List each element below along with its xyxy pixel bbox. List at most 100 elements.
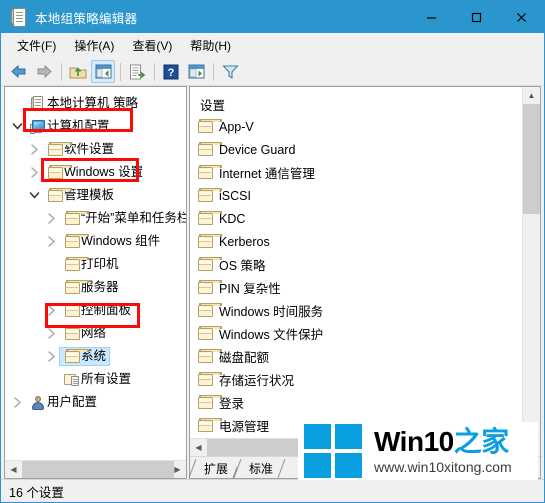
list-item-storage-health[interactable]: 存储运行状况	[190, 368, 540, 391]
tree-item-user-configuration[interactable]: 用户配置	[5, 391, 186, 414]
tree-item-computer-configuration[interactable]: 计算机配置	[5, 115, 186, 138]
tree-item-content-user-configuration[interactable]: 用户配置	[25, 393, 101, 412]
tree-item-control-panel[interactable]: 控制面板	[5, 299, 186, 322]
navigation-tree-pane: 本地计算机 策略计算机配置软件设置 Windows 设置 管理模板 “开始”菜单和任务…	[4, 86, 187, 479]
export-list-icon[interactable]	[125, 60, 149, 83]
tree-twisty-software-settings[interactable]	[26, 138, 42, 161]
list-item-windows-time-service[interactable]: Windows 时间服务	[190, 299, 540, 322]
tree-hscroll-thumb[interactable]	[22, 461, 174, 478]
tab-extended-label: 扩展	[204, 462, 229, 476]
tree-item-network[interactable]: 网络	[5, 322, 186, 345]
tree-item-content-windows-components[interactable]: Windows 组件	[59, 232, 164, 251]
tree-item-label: 用户配置	[47, 395, 98, 409]
tab-standard[interactable]: 标准	[237, 459, 283, 478]
tree-item-content-system[interactable]: 系统	[59, 347, 111, 366]
tree-scroll-region: 本地计算机 策略计算机配置软件设置 Windows 设置 管理模板 “开始”菜单和任务…	[5, 87, 186, 460]
list-item-os-policy[interactable]: OS 策略	[190, 253, 540, 276]
folder-up-icon[interactable]	[66, 60, 90, 83]
list-vscroll-thumb[interactable]	[523, 104, 540, 214]
tree-item-content-control-panel[interactable]: 控制面板	[59, 301, 135, 320]
tree-item-content-software-settings[interactable]: 软件设置	[42, 140, 118, 159]
forward-arrow-icon[interactable]	[32, 60, 56, 83]
list-item-kdc[interactable]: KDC	[190, 207, 540, 230]
folder-icon	[198, 279, 222, 294]
list-item-disk-quota[interactable]: 磁盘配额	[190, 345, 540, 368]
list-item-app-v[interactable]: App-V	[190, 115, 540, 138]
back-arrow-icon[interactable]	[7, 60, 31, 83]
tree-horizontal-scrollbar[interactable]: ◀ ▶	[5, 460, 186, 478]
tree-twisty-windows-settings[interactable]	[26, 161, 42, 184]
tree-hscroll-track[interactable]	[22, 461, 174, 478]
help-question-icon[interactable]: ?	[159, 60, 183, 83]
scroll-up-icon[interactable]: ▲	[523, 87, 540, 104]
list-item-windows-file-protection[interactable]: Windows 文件保护	[190, 322, 540, 345]
window-controls	[409, 1, 544, 33]
folder-icon	[198, 302, 222, 317]
tree-twisty-control-panel[interactable]	[43, 299, 59, 322]
tree-item-content-servers[interactable]: 服务器	[59, 278, 123, 297]
list-item-label: 存储运行状况	[219, 374, 295, 388]
show-tree-panel-icon[interactable]	[91, 60, 115, 83]
scroll-left-icon[interactable]: ◀	[190, 439, 207, 456]
list-item-device-guard[interactable]: Device Guard	[190, 138, 540, 161]
tree-item-administrative-templates[interactable]: 管理模板	[5, 184, 186, 207]
list-vertical-scrollbar[interactable]: ▲	[522, 87, 540, 438]
tree-item-local-computer-policy[interactable]: 本地计算机 策略	[5, 92, 186, 115]
tree-item-start-menu-and-taskbar[interactable]: “开始”菜单和任务栏	[5, 207, 186, 230]
tree-twisty-computer-configuration[interactable]	[9, 115, 25, 138]
tree-twisty-user-configuration[interactable]	[9, 391, 25, 414]
tree-item-system[interactable]: 系统	[5, 345, 186, 368]
tree-item-windows-settings[interactable]: Windows 设置	[5, 161, 186, 184]
properties-window-icon[interactable]	[184, 60, 208, 83]
close-button[interactable]	[499, 1, 544, 33]
tab-extended[interactable]: 扩展	[192, 459, 238, 478]
toolbar-separator	[154, 62, 155, 81]
menu-item-view[interactable]: 查看(V)	[123, 34, 181, 57]
folder-icon	[63, 322, 89, 345]
scroll-left-icon[interactable]: ◀	[5, 461, 22, 478]
menu-item-file[interactable]: 文件(F)	[8, 34, 65, 57]
tree-twisty-printers[interactable]	[43, 253, 59, 276]
list-item-iscsi[interactable]: iSCSI	[190, 184, 540, 207]
tree-item-content-administrative-templates[interactable]: 管理模板	[42, 186, 118, 205]
tree-item-windows-components[interactable]: Windows 组件	[5, 230, 186, 253]
tree-item-content-printers[interactable]: 打印机	[59, 255, 123, 274]
tree-twisty-start-menu-and-taskbar[interactable]	[43, 207, 59, 230]
tree-item-all-settings[interactable]: 所有设置	[5, 368, 186, 391]
menu-item-action[interactable]: 操作(A)	[65, 34, 123, 57]
tree-twisty-administrative-templates[interactable]	[26, 184, 42, 207]
window-title: 本地组策略编辑器	[35, 11, 138, 26]
tree-item-label: “开始”菜单和任务栏	[81, 211, 186, 225]
tree-item-software-settings[interactable]: 软件设置	[5, 138, 186, 161]
list-item-pin-complexity[interactable]: PIN 复杂性	[190, 276, 540, 299]
tree-twisty-windows-components[interactable]	[43, 230, 59, 253]
user-icon	[29, 391, 47, 414]
tree-twisty-system[interactable]	[43, 345, 59, 368]
tree-item-content-network[interactable]: 网络	[59, 324, 110, 343]
folder-icon	[198, 164, 222, 179]
list-vscroll-track[interactable]	[523, 104, 540, 438]
tree-item-content-local-computer-policy[interactable]: 本地计算机 策略	[25, 94, 142, 113]
list-item-logon[interactable]: 登录	[190, 391, 540, 414]
tree-twisty-local-computer-policy[interactable]	[9, 92, 25, 115]
maximize-button[interactable]	[454, 1, 499, 33]
tree-item-printers[interactable]: 打印机	[5, 253, 186, 276]
tree-item-servers[interactable]: 服务器	[5, 276, 186, 299]
menu-item-help[interactable]: 帮助(H)	[181, 34, 240, 57]
filter-funnel-icon[interactable]	[218, 60, 242, 83]
tree-item-content-start-menu-and-taskbar[interactable]: “开始”菜单和任务栏	[59, 209, 186, 228]
tree-item-content-windows-settings[interactable]: Windows 设置	[42, 163, 147, 182]
folder-icon	[198, 187, 222, 202]
list-item-internet-communication-management[interactable]: Internet 通信管理	[190, 161, 540, 184]
folder-icon	[198, 210, 222, 225]
tree-item-label: 计算机配置	[47, 119, 110, 133]
list-item-kerberos[interactable]: Kerberos	[190, 230, 540, 253]
minimize-button[interactable]	[409, 1, 454, 33]
tree-item-content-all-settings[interactable]: 所有设置	[59, 370, 135, 389]
tree-twisty-network[interactable]	[43, 322, 59, 345]
tree-twisty-all-settings[interactable]	[43, 368, 59, 391]
tree-item-content-computer-configuration[interactable]: 计算机配置	[25, 117, 114, 136]
folder-icon	[198, 233, 222, 248]
tree-twisty-servers[interactable]	[43, 276, 59, 299]
folder-icon	[63, 276, 89, 299]
